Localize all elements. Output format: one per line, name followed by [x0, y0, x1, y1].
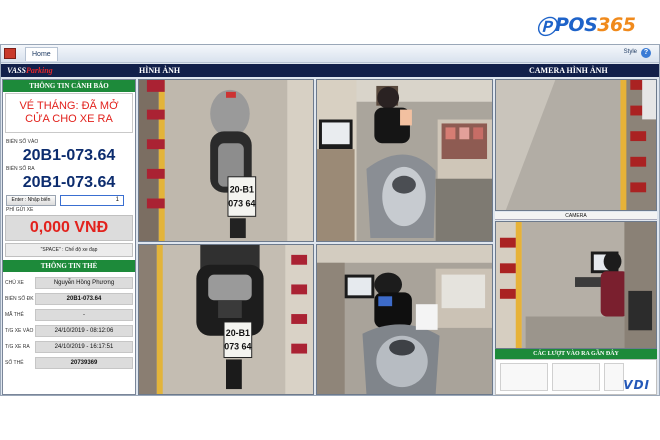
- info-label: CHỦ XE: [5, 279, 24, 286]
- parking-app-window: Home Style ? VASSParking HÌNH ẢNH CAMERA…: [0, 44, 660, 396]
- logo-vass: VASS: [7, 66, 26, 75]
- brand-number: 365: [597, 14, 636, 36]
- plate-in-label: BIỂN SỐ VÀO: [6, 139, 39, 145]
- info-label: BIỂN SỐ ĐK: [5, 295, 34, 302]
- camera-feed-entry-plate[interactable]: 20-B1 073 64: [138, 79, 314, 242]
- tab-home[interactable]: Home: [25, 47, 58, 61]
- plate-in-value: 20B1-073.64: [22, 147, 116, 164]
- logo-parking: Parking: [25, 66, 53, 75]
- camera-images-title: CAMERA HÌNH ẢNH: [529, 66, 608, 75]
- info-row-owner: CHỦ XE Nguyễn Hồng Phương: [5, 275, 133, 290]
- plate-out-value: 20B1-073.64: [22, 174, 116, 191]
- info-label: T/G XE RA: [5, 343, 30, 350]
- plate-out-label: BIỂN SỐ RA: [6, 166, 35, 172]
- camera-feed-booth-top[interactable]: [316, 79, 493, 242]
- plate-photo-text: 20-B1: [230, 185, 254, 195]
- info-value: -: [35, 308, 133, 321]
- style-menu[interactable]: Style: [624, 49, 637, 55]
- plate-entry-input[interactable]: 1: [60, 194, 124, 206]
- recent-entry-slot[interactable]: [552, 363, 600, 391]
- recent-entries-heading: CÁC LƯỢT VÀO RA GẦN ĐÂY: [495, 349, 657, 359]
- brand-name: POS: [555, 14, 598, 36]
- bicycle-mode-hint: "SPACE" : Chế độ xe đạp: [5, 243, 133, 257]
- card-info-heading: THÔNG TIN THẺ: [3, 260, 135, 272]
- help-icon[interactable]: ?: [641, 48, 651, 58]
- header-bar: VASSParking HÌNH ẢNH CAMERA HÌNH ẢNH: [1, 64, 659, 77]
- alert-message: VÉ THÁNG: ĐÃ MỞ CỬA CHO XE RA: [5, 93, 133, 133]
- info-value: 24/10/2019 - 16:17:51: [35, 340, 133, 353]
- recent-entry-slot[interactable]: [604, 363, 624, 391]
- info-row-time-in: T/G XE VÀO 24/10/2019 - 08:12:06: [5, 323, 133, 338]
- camera-area: 20-B1 073 64 CAMERA 20-B1 073 64 CÁC LƯỢ…: [138, 79, 658, 395]
- info-row-registered-plate: BIỂN SỐ ĐK 20B1-073.64: [5, 291, 133, 306]
- fee-label: PHÍ GỬI XE: [6, 207, 34, 213]
- info-label: T/G XE VÀO: [5, 327, 34, 334]
- info-value: Nguyễn Hồng Phương: [35, 276, 133, 289]
- plate-photo-text: 073 64: [228, 198, 255, 208]
- info-value: 20739369: [35, 356, 133, 369]
- info-value: 24/10/2019 - 08:12:06: [35, 324, 133, 337]
- info-row-card-code: MÃ THẺ -: [5, 307, 133, 322]
- vass-parking-logo: VASSParking: [7, 65, 53, 76]
- info-row-time-out: T/G XE RA 24/10/2019 - 16:17:51: [5, 339, 133, 354]
- app-logo-icon[interactable]: [4, 48, 16, 59]
- plate-photo-text: 073 64: [224, 342, 251, 352]
- entry-row: Enter : Nhập biển 1: [6, 194, 132, 206]
- page: Ⓟ POS 365 Home Style ? VASSParking HÌNH …: [0, 0, 660, 440]
- camera-feed-booth-bottom[interactable]: [316, 244, 493, 395]
- plate-photo-text: 20-B1: [226, 328, 250, 338]
- pos-logo-icon: Ⓟ: [536, 14, 556, 39]
- recent-entries-panel: VDI: [495, 359, 657, 395]
- info-row-card-number: SỐ THẺ 20739369: [5, 355, 133, 370]
- ribbon-bar: Home Style ?: [1, 45, 659, 63]
- alert-heading: THÔNG TIN CẢNH BÁO: [3, 80, 135, 92]
- fee-value: 0,000 VNĐ: [5, 215, 133, 241]
- enter-plate-button[interactable]: Enter : Nhập biển: [6, 194, 56, 206]
- camera-feed-lane-top[interactable]: [495, 79, 657, 211]
- pos365-logo: Ⓟ POS 365: [536, 12, 654, 39]
- camera-feed-exit-plate[interactable]: 20-B1 073 64: [138, 244, 314, 395]
- card-info-list: CHỦ XE Nguyễn Hồng Phương BIỂN SỐ ĐK 20B…: [3, 275, 135, 370]
- camera-label: CAMERA: [495, 212, 657, 220]
- left-info-panel: THÔNG TIN CẢNH BÁO VÉ THÁNG: ĐÃ MỞ CỬA C…: [2, 79, 136, 395]
- info-label: SỐ THẺ: [5, 359, 24, 366]
- vdi-watermark: VDI: [623, 378, 650, 392]
- info-label: MÃ THẺ: [5, 311, 24, 318]
- images-title: HÌNH ẢNH: [139, 66, 181, 75]
- camera-feed-operator[interactable]: [495, 221, 657, 349]
- recent-entry-slot[interactable]: [500, 363, 548, 391]
- info-value: 20B1-073.64: [35, 292, 133, 305]
